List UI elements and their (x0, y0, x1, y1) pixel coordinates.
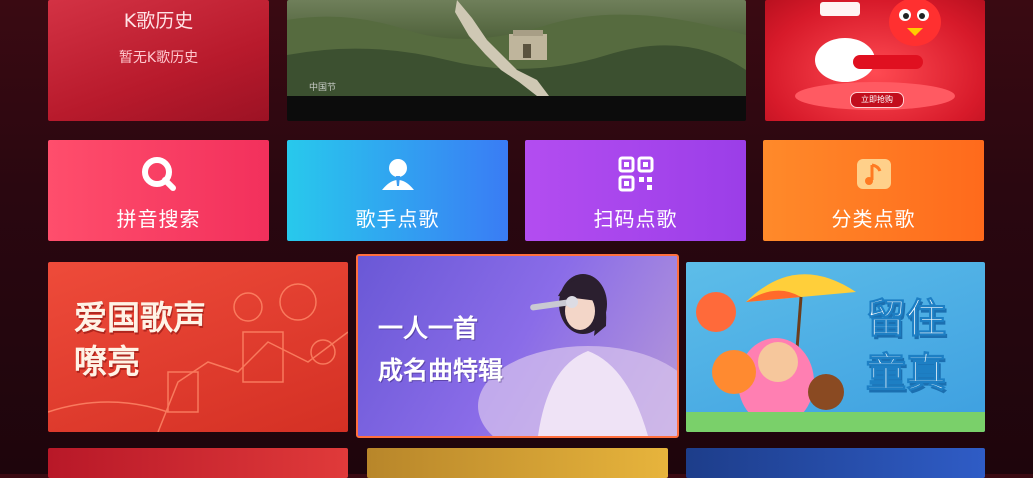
singer-icon (381, 159, 414, 190)
patriotic-banner-line1: 爱国歌声 (74, 298, 206, 337)
pinyin-search-tile[interactable]: 拼音搜索 (48, 140, 269, 241)
hit-songs-banner-title: 一人一首 成名曲特辑 (378, 308, 503, 392)
hit-songs-banner-line1: 一人一首 (378, 314, 479, 343)
search-icon (141, 157, 176, 191)
singer-select-tile[interactable]: 歌手点歌 (287, 140, 508, 241)
great-wall-image (287, 0, 746, 96)
buy-now-button[interactable]: 立即抢购 (850, 92, 904, 108)
great-wall-scene (287, 0, 746, 96)
history-empty-text: 暂无K歌历史 (118, 50, 199, 66)
hit-songs-banner-line2: 成名曲特辑 (378, 356, 504, 385)
music-note-icon (856, 159, 891, 189)
childhood-banner-line2: 童真 (866, 349, 947, 397)
singer-select-label: 歌手点歌 (355, 207, 440, 231)
microphone-ad-card[interactable]: 立即抢购 (765, 0, 985, 121)
hit-songs-banner[interactable]: 一人一首 成名曲特辑 (356, 254, 679, 438)
childhood-songs-banner[interactable]: 留住 童真 (686, 262, 985, 432)
scan-code-tile[interactable]: 扫码点歌 (525, 140, 746, 241)
patriotic-songs-banner[interactable]: 爱国歌声 嘹亮 (48, 262, 348, 432)
qr-code-icon (618, 156, 653, 192)
scan-code-label: 扫码点歌 (593, 207, 678, 231)
childhood-banner-title: 留住 童真 (866, 292, 947, 400)
history-title: K歌历史 (123, 10, 194, 32)
category-select-tile[interactable]: 分类点歌 (763, 140, 984, 241)
patriotic-banner-title: 爱国歌声 嘹亮 (74, 296, 206, 384)
patriotic-banner-line2: 嘹亮 (74, 342, 140, 381)
karaoke-history-card[interactable]: K歌历史 暂无K歌历史 (48, 0, 269, 121)
category-select-label: 分类点歌 (831, 207, 916, 231)
pinyin-search-label: 拼音搜索 (116, 207, 201, 231)
video-preview[interactable]: 中国节 (287, 0, 746, 121)
childhood-banner-line1: 留住 (866, 295, 947, 343)
video-watermark: 中国节 (309, 83, 337, 93)
